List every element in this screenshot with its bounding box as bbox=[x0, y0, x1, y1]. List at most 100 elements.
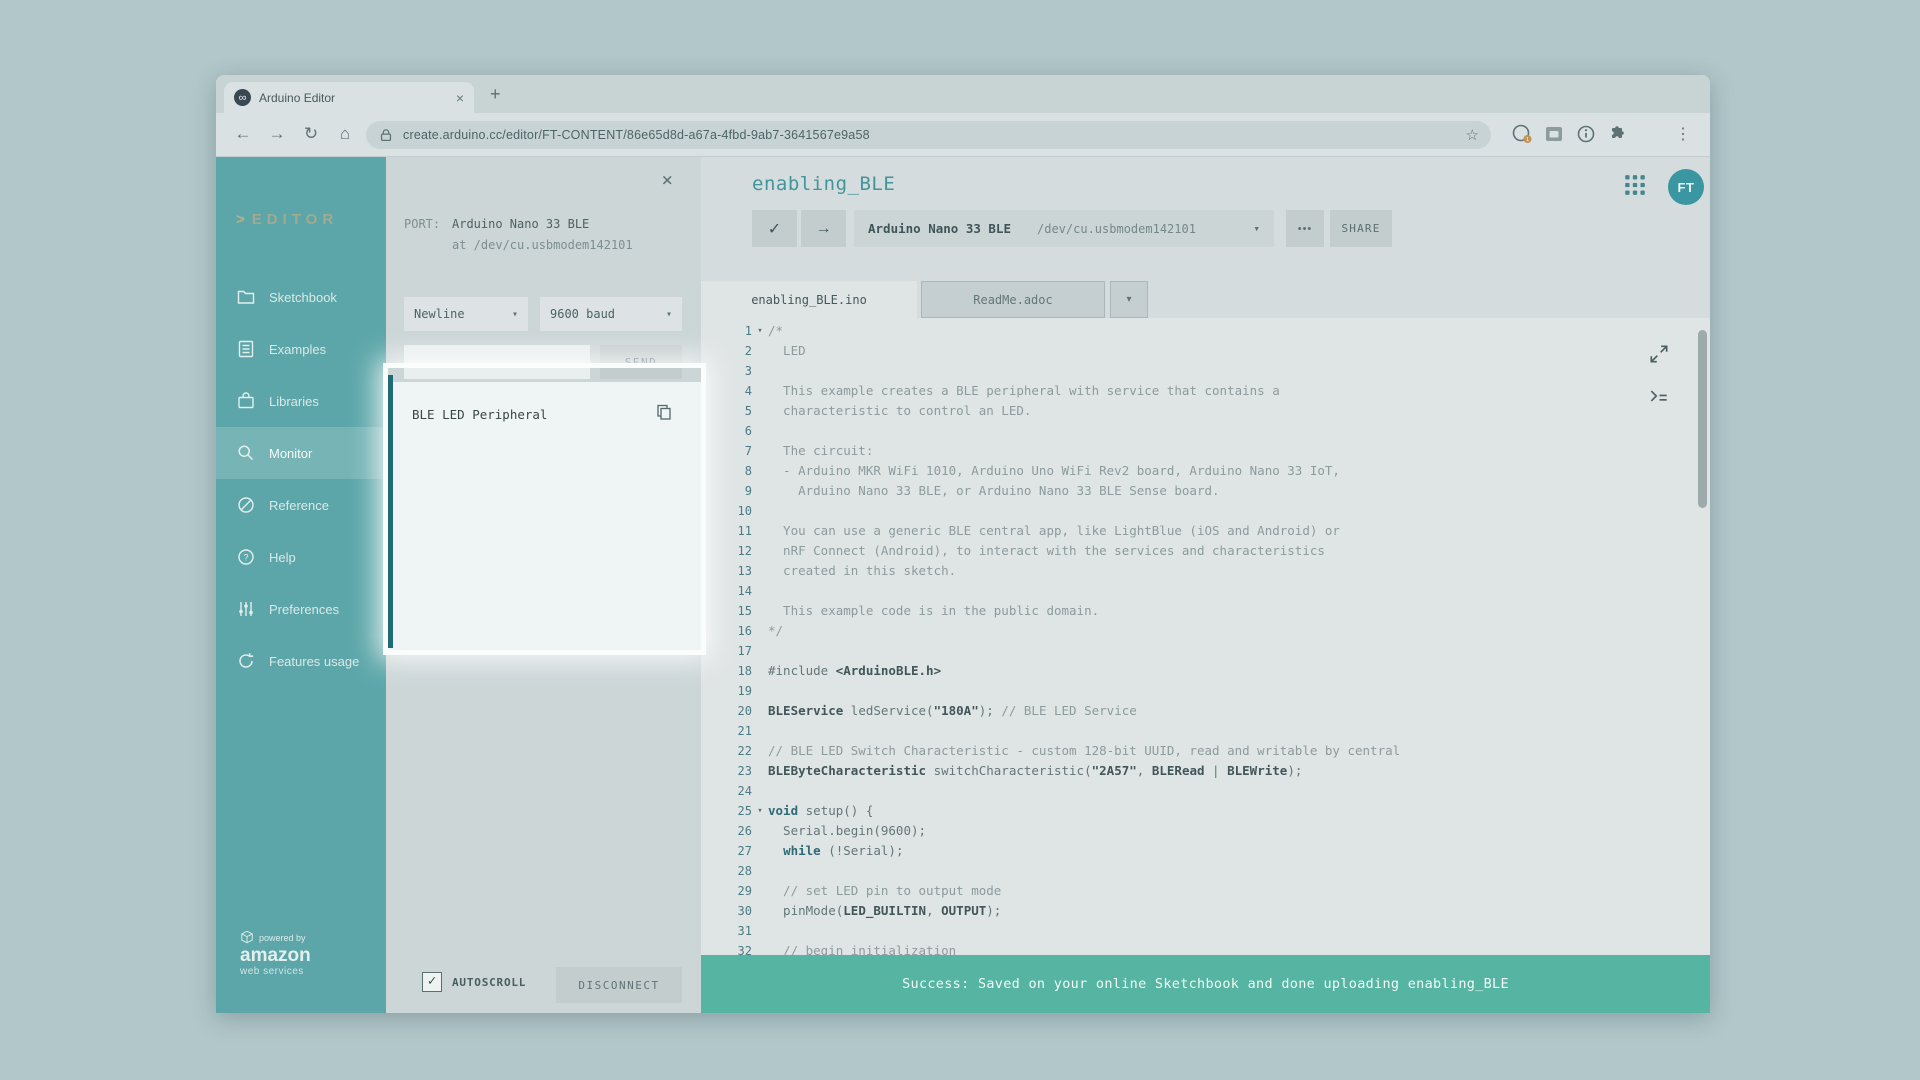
file-tabs: enabling_BLE.ino ReadMe.adoc ▾ bbox=[701, 278, 1710, 318]
home-icon[interactable]: ⌂ bbox=[334, 124, 356, 144]
code-line: 3 bbox=[701, 361, 1710, 381]
sidebar-item-label: Reference bbox=[269, 498, 329, 513]
line-ending-value: Newline bbox=[414, 307, 465, 321]
upload-button[interactable]: → bbox=[801, 210, 846, 247]
sidebar-item-libraries[interactable]: Libraries bbox=[216, 375, 386, 427]
info-icon[interactable] bbox=[1575, 123, 1597, 145]
features-usage-icon bbox=[236, 651, 256, 671]
url-text: create.arduino.cc/editor/FT-CONTENT/86e6… bbox=[403, 128, 1457, 142]
tabs-dropdown-button[interactable]: ▾ bbox=[1110, 281, 1148, 318]
extension-box-icon[interactable] bbox=[1543, 123, 1565, 145]
sidebar-item-features-usage[interactable]: Features usage bbox=[216, 635, 386, 687]
port-label: PORT: bbox=[404, 217, 440, 231]
code-line: 17 bbox=[701, 641, 1710, 661]
sidebar-item-reference[interactable]: Reference bbox=[216, 479, 386, 531]
fullscreen-icon[interactable] bbox=[1648, 343, 1670, 365]
sketchbook-icon bbox=[236, 287, 256, 307]
browser-window: ∞ Arduino Editor × + ← → ↻ ⌂ create.ardu… bbox=[216, 75, 1710, 1013]
sidebar-item-sketchbook[interactable]: Sketchbook bbox=[216, 271, 386, 323]
code-line: 19 bbox=[701, 681, 1710, 701]
code-line: 8 - Arduino MKR WiFi 1010, Arduino Uno W… bbox=[701, 461, 1710, 481]
address-bar[interactable]: create.arduino.cc/editor/FT-CONTENT/86e6… bbox=[366, 121, 1491, 149]
code-line: 23BLEByteCharacteristic switchCharacteri… bbox=[701, 761, 1710, 781]
reload-icon[interactable]: ↻ bbox=[300, 124, 322, 144]
serial-message-input[interactable] bbox=[404, 345, 590, 379]
code-line: 21 bbox=[701, 721, 1710, 741]
more-actions-button[interactable]: ••• bbox=[1286, 210, 1324, 247]
autoscroll-checkbox[interactable]: ✓ bbox=[422, 972, 442, 992]
sidebar-item-preferences[interactable]: Preferences bbox=[216, 583, 386, 635]
tab-enabling-ble-ino[interactable]: enabling_BLE.ino bbox=[701, 281, 917, 318]
bookmark-star-icon[interactable]: ☆ bbox=[1466, 126, 1479, 144]
reference-icon bbox=[236, 495, 256, 515]
aws-logo: powered by amazon web services bbox=[240, 930, 311, 977]
board-select[interactable]: Arduino Nano 33 BLE /dev/cu.usbmodem1421… bbox=[854, 210, 1274, 247]
code-line: 25▾void setup() { bbox=[701, 801, 1710, 821]
browser-tab-title: Arduino Editor bbox=[259, 91, 448, 105]
aws-cube-icon bbox=[240, 930, 254, 946]
code-line: 26 Serial.begin(9600); bbox=[701, 821, 1710, 841]
status-toast: Success: Saved on your online Sketchbook… bbox=[701, 955, 1710, 1013]
examples-icon bbox=[236, 339, 256, 359]
sidebar-item-label: Monitor bbox=[269, 446, 312, 461]
svg-text:?: ? bbox=[243, 552, 248, 562]
browser-tab[interactable]: ∞ Arduino Editor × bbox=[224, 82, 474, 113]
editor-scrollbar[interactable] bbox=[1698, 330, 1707, 508]
chevron-down-icon: ▾ bbox=[658, 309, 672, 320]
code-line: 13 created in this sketch. bbox=[701, 561, 1710, 581]
code-line: 22// BLE LED Switch Characteristic - cus… bbox=[701, 741, 1710, 761]
copy-icon[interactable] bbox=[655, 403, 673, 421]
arduino-editor-logo: >EDITOR bbox=[236, 211, 338, 228]
logo-chevron-icon: > bbox=[236, 211, 245, 228]
user-avatar[interactable]: FT bbox=[1668, 169, 1704, 205]
chevron-down-icon: ▾ bbox=[504, 309, 518, 320]
sidebar-menu: SketchbookExamples Libraries Monitor Refere… bbox=[216, 271, 386, 687]
browser-menu-icon[interactable]: ⋮ bbox=[1675, 124, 1691, 144]
tab-close-icon[interactable]: × bbox=[456, 90, 464, 106]
apps-grid-icon[interactable] bbox=[1623, 173, 1647, 197]
sidebar-item-label: Preferences bbox=[269, 602, 339, 617]
line-ending-select[interactable]: Newline ▾ bbox=[404, 297, 528, 331]
editor-sidebar: >EDITOR SketchbookExamples Libraries Monit… bbox=[216, 157, 386, 1013]
disconnect-button[interactable]: DISCONNECT bbox=[556, 967, 682, 1003]
sidebar-item-label: Features usage bbox=[269, 654, 359, 669]
forward-icon[interactable]: → bbox=[266, 124, 288, 144]
code-line: 9 Arduino Nano 33 BLE, or Arduino Nano 3… bbox=[701, 481, 1710, 501]
code-line: 30 pinMode(LED_BUILTIN, OUTPUT); bbox=[701, 901, 1710, 921]
sidebar-item-monitor[interactable]: Monitor bbox=[216, 427, 386, 479]
share-button[interactable]: SHARE bbox=[1330, 210, 1392, 247]
chevron-down-icon: ▾ bbox=[1253, 222, 1260, 235]
aws-sub-label: web services bbox=[240, 966, 311, 977]
sidebar-item-examples[interactable]: Examples bbox=[216, 323, 386, 375]
new-tab-button[interactable]: + bbox=[490, 84, 501, 105]
code-line: 5 characteristic to control an LED. bbox=[701, 401, 1710, 421]
code-line: 4 This example creates a BLE peripheral … bbox=[701, 381, 1710, 401]
autoscroll-label: AUTOSCROLL bbox=[452, 976, 526, 989]
baud-rate-select[interactable]: 9600 baud ▾ bbox=[540, 297, 682, 331]
sidebar-item-label: Help bbox=[269, 550, 296, 565]
verify-button[interactable]: ✓ bbox=[752, 210, 797, 247]
arduino-favicon-icon: ∞ bbox=[234, 89, 251, 106]
monitor-close-icon[interactable]: × bbox=[662, 169, 673, 191]
baud-rate-value: 9600 baud bbox=[550, 307, 615, 321]
code-line: 1▾/* bbox=[701, 321, 1710, 341]
console-format-icon[interactable] bbox=[1648, 385, 1670, 407]
extensions-puzzle-icon[interactable] bbox=[1607, 123, 1629, 145]
editor-main: enabling_BLE ✓ → Arduino Nano 33 BLE /de… bbox=[701, 157, 1710, 1013]
send-button[interactable]: SEND bbox=[600, 345, 682, 379]
board-port: /dev/cu.usbmodem142101 bbox=[1037, 222, 1196, 236]
sidebar-item-label: Libraries bbox=[269, 394, 319, 409]
code-line: 15 This example code is in the public do… bbox=[701, 601, 1710, 621]
board-name: Arduino Nano 33 BLE bbox=[868, 221, 1011, 236]
tab-readme-adoc[interactable]: ReadMe.adoc bbox=[921, 281, 1105, 318]
back-icon[interactable]: ← bbox=[232, 124, 254, 144]
profile-badge-icon[interactable]: 1 bbox=[1511, 123, 1533, 145]
code-line: 12 nRF Connect (Android), to interact wi… bbox=[701, 541, 1710, 561]
aws-name-label: amazon bbox=[240, 946, 311, 966]
code-editor[interactable]: 1▾/*2 LED34 This example creates a BLE p… bbox=[701, 318, 1710, 955]
lock-icon bbox=[378, 127, 394, 143]
sidebar-item-help[interactable]: ? Help bbox=[216, 531, 386, 583]
browser-toolbar: ← → ↻ ⌂ create.arduino.cc/editor/FT-CONT… bbox=[216, 113, 1710, 157]
powered-by-label: powered by bbox=[259, 933, 306, 943]
code-line: 32 // begin initialization bbox=[701, 941, 1710, 955]
